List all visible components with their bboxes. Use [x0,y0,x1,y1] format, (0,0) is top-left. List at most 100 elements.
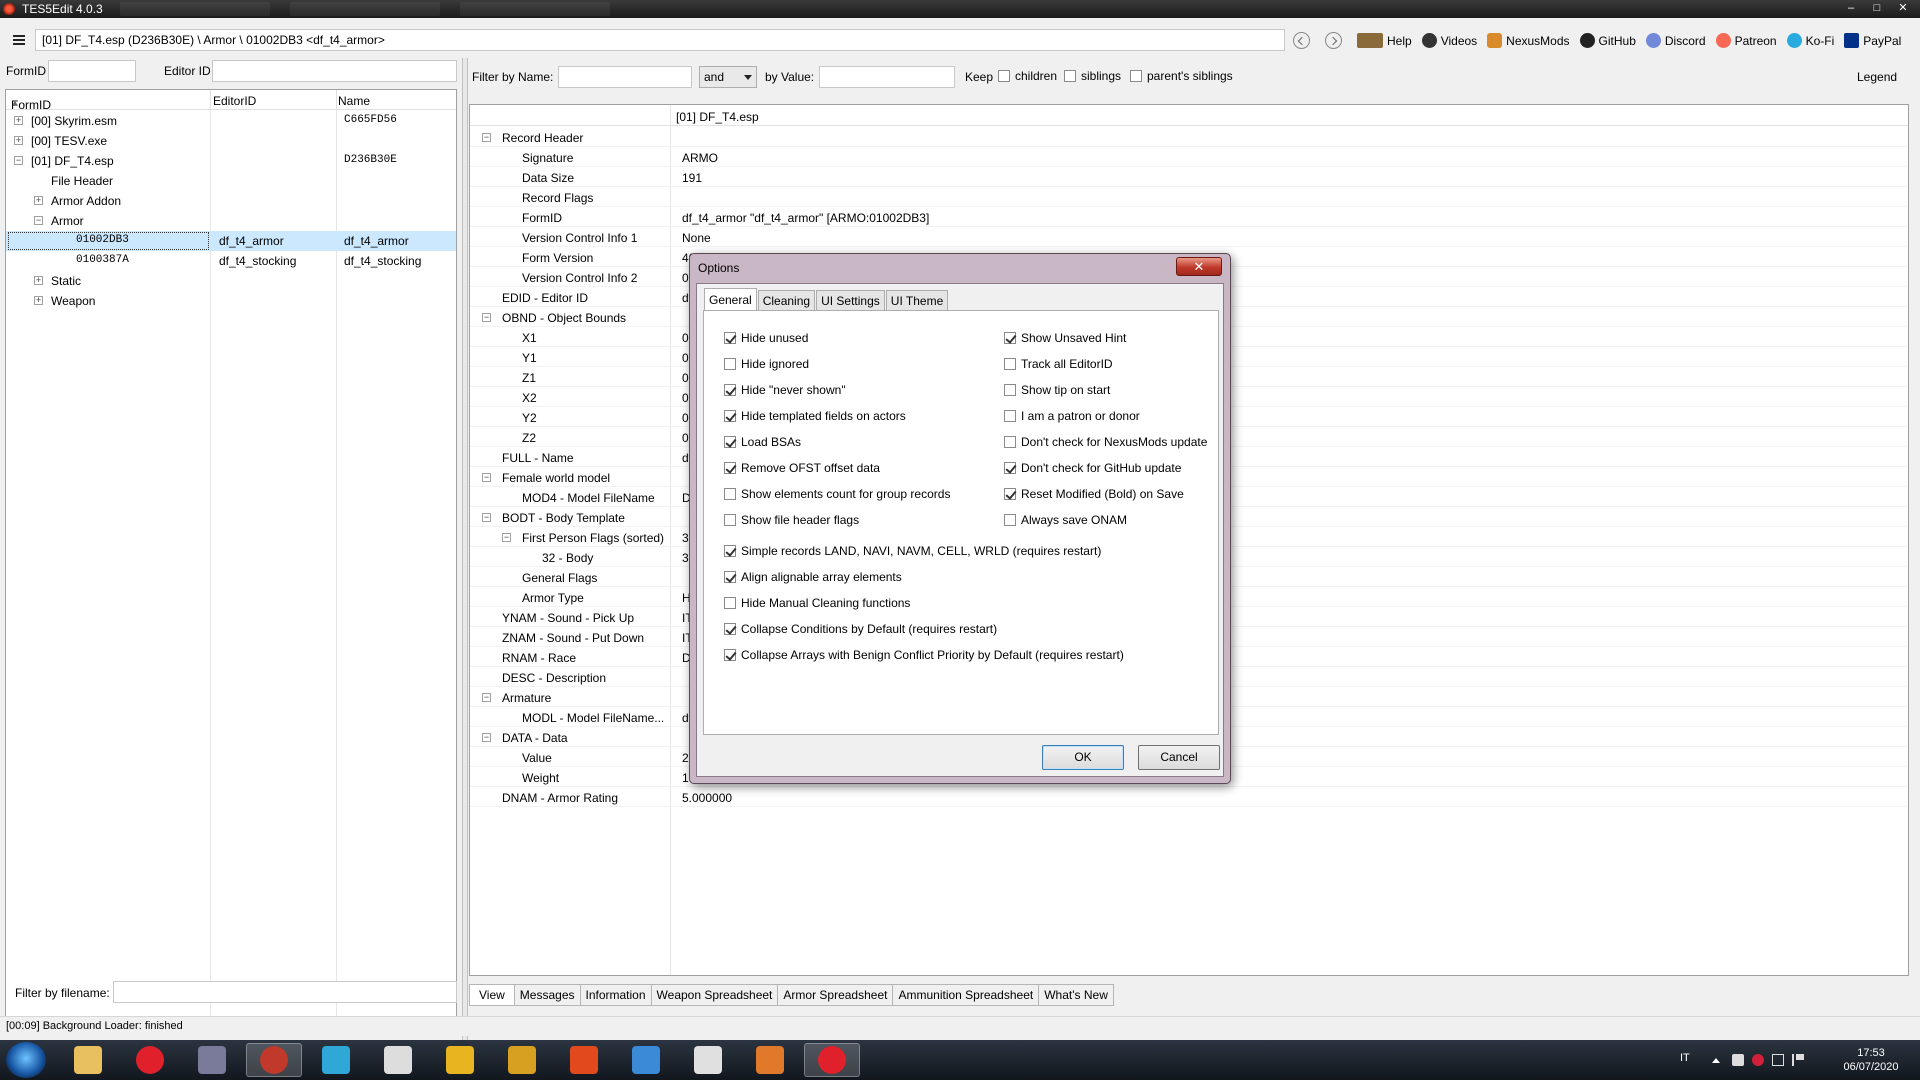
tes5edit-icon[interactable] [246,1043,302,1077]
collapse-icon[interactable]: − [482,693,491,702]
dialog-close-button[interactable]: ✕ [1176,257,1222,276]
option-checkbox[interactable]: Show elements count for group records [724,487,950,501]
record-field-row[interactable]: Signature ARMO [470,147,1908,167]
checked-checkbox-icon[interactable] [724,410,736,422]
tab-armor-spreadsheet[interactable]: Armor Spreadsheet [778,984,894,1006]
checked-checkbox-icon[interactable] [724,545,736,557]
tree-row[interactable]: 01002DB3 df_t4_armor df_t4_armor [6,231,456,251]
expand-icon[interactable]: + [34,276,43,285]
tab-ui-theme[interactable]: UI Theme [885,290,949,310]
tree-row[interactable]: + Weapon [6,291,456,311]
field-value[interactable]: 3 [682,551,689,565]
checked-checkbox-icon[interactable] [724,462,736,474]
tab-general[interactable]: General [704,288,757,310]
tree-row[interactable]: + Static [6,271,456,291]
music-icon[interactable] [308,1043,364,1077]
option-checkbox[interactable]: Hide "never shown" [724,383,846,397]
tree-row[interactable]: − Armor [6,211,456,231]
checked-checkbox-icon[interactable] [1004,462,1016,474]
maximize-button[interactable]: □ [1864,0,1890,16]
option-checkbox[interactable]: Collapse Conditions by Default (requires… [724,622,997,636]
field-value[interactable]: df_t4_armor "df_t4_armor" [ARMO:01002DB3… [682,211,929,225]
paypal-link[interactable]: PayPal [1844,33,1901,48]
cancel-button[interactable]: Cancel [1138,745,1220,770]
clock[interactable]: 17:53 06/07/2020 [1836,1046,1906,1074]
field-value[interactable]: 3 [682,531,689,545]
discord-link[interactable]: Discord [1645,33,1706,48]
unchecked-checkbox-icon[interactable] [1004,514,1016,526]
record-field-row[interactable]: DNAM - Armor Rating 5.000000 [470,787,1908,807]
by-value-input[interactable] [819,66,955,88]
option-checkbox[interactable]: Hide Manual Cleaning functions [724,596,910,610]
tree-row[interactable]: − [01] DF_T4.esp D236B30E [6,151,456,171]
option-checkbox[interactable]: Track all EditorID [1004,357,1113,371]
window-app-icon[interactable] [680,1043,736,1077]
field-value[interactable]: 0 [682,331,689,345]
collapse-icon[interactable]: − [482,133,491,142]
checked-checkbox-icon[interactable] [724,384,736,396]
network-icon[interactable] [1772,1054,1784,1066]
field-value[interactable]: 191 [682,171,702,185]
field-value[interactable]: 0 [682,351,689,365]
x-app-icon[interactable] [742,1043,798,1077]
field-value[interactable]: ARMO [682,151,718,165]
forward-icon[interactable] [1325,32,1342,49]
legend-button[interactable]: Legend [1857,70,1897,84]
field-value[interactable]: 1 [682,771,689,785]
panel-splitter[interactable] [462,58,468,1046]
option-checkbox[interactable]: Align alignable array elements [724,570,902,584]
keep-children-checkbox[interactable]: children [998,69,1057,83]
col-name[interactable]: Name [338,94,370,108]
option-checkbox[interactable]: Always save ONAM [1004,513,1127,527]
record-field-row[interactable]: FormID df_t4_armor "df_t4_armor" [ARMO:01… [470,207,1908,227]
option-checkbox[interactable]: Reset Modified (Bold) on Save [1004,487,1184,501]
option-checkbox[interactable]: Don't check for GitHub update [1004,461,1181,475]
start-button[interactable] [6,1042,46,1078]
checked-checkbox-icon[interactable] [724,649,736,661]
collapse-icon[interactable]: − [502,533,511,542]
tab-ammunition-spreadsheet[interactable]: Ammunition Spreadsheet [893,984,1040,1006]
option-checkbox[interactable]: Remove OFST offset data [724,461,880,475]
back-icon[interactable] [1293,32,1310,49]
unchecked-checkbox-icon[interactable] [1004,436,1016,448]
mega-icon[interactable] [1752,1054,1764,1066]
expand-icon[interactable]: + [34,196,43,205]
option-checkbox[interactable]: Show Unsaved Hint [1004,331,1126,345]
option-checkbox[interactable]: Hide ignored [724,357,809,371]
pipe-icon[interactable] [370,1043,426,1077]
minimize-button[interactable]: – [1838,0,1864,16]
tab-cleaning[interactable]: Cleaning [757,290,816,310]
language-indicator[interactable]: IT [1680,1052,1690,1064]
record-field-row[interactable]: Data Size 191 [470,167,1908,187]
unchecked-checkbox-icon[interactable] [724,488,736,500]
folder-app-icon[interactable] [432,1043,488,1077]
flag-icon[interactable] [1792,1054,1804,1066]
unchecked-checkbox-icon[interactable] [1004,358,1016,370]
option-checkbox[interactable]: Show tip on start [1004,383,1110,397]
field-value[interactable]: 2 [682,751,689,765]
field-value[interactable]: 5.000000 [682,791,732,805]
formid-filter-input[interactable] [48,60,136,82]
menu-icon[interactable] [13,35,25,45]
tree-row[interactable]: 0100387A df_t4_stocking df_t4_stocking [6,251,456,271]
unchecked-checkbox-icon[interactable] [1004,384,1016,396]
field-value[interactable]: 0 [682,271,689,285]
unchecked-checkbox-icon[interactable] [1004,410,1016,422]
expand-icon[interactable]: + [34,296,43,305]
record-field-row[interactable]: Record Flags [470,187,1908,207]
option-checkbox[interactable]: Hide unused [724,331,808,345]
app-film-icon[interactable] [184,1043,240,1077]
unchecked-checkbox-icon[interactable] [724,597,736,609]
patreon-link[interactable]: Patreon [1715,33,1777,48]
ff-app-icon[interactable] [618,1043,674,1077]
editorid-filter-input[interactable] [212,60,457,82]
field-value[interactable]: 0 [682,391,689,405]
checked-checkbox-icon[interactable] [1004,332,1016,344]
unchecked-checkbox-icon[interactable] [724,358,736,370]
expand-icon[interactable]: + [14,116,23,125]
checked-checkbox-icon[interactable] [724,332,736,344]
filename-filter-input[interactable] [113,981,457,1003]
tree-row[interactable]: + Armor Addon [6,191,456,211]
expand-icon[interactable]: + [14,136,23,145]
opera-gx-icon[interactable] [804,1043,860,1077]
